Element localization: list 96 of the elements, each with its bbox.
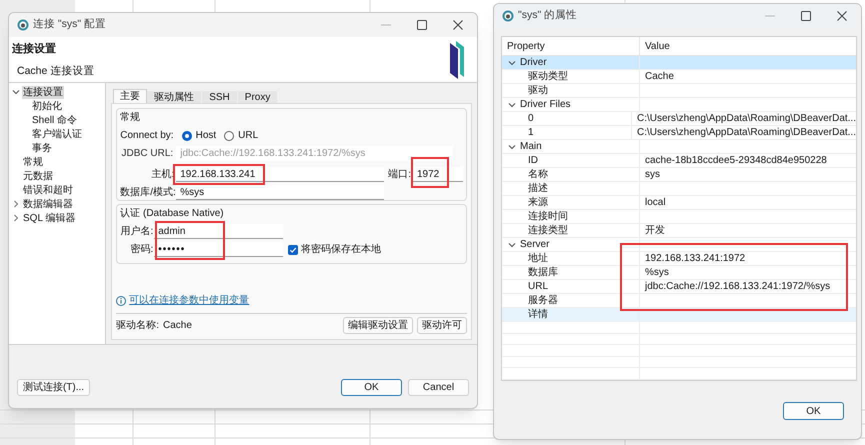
tree-item[interactable]: 错误和超时 [22,184,74,196]
chevron-right-icon[interactable] [12,200,20,208]
input-field[interactable]: admin [154,224,284,239]
link[interactable]: 可以在连接参数中使用变量 [129,293,250,308]
tab[interactable]: SSH [202,91,237,103]
field-label: Connect by: [120,129,174,143]
field-label: 数据库/模式: [120,186,174,200]
chevron-down-icon[interactable] [508,100,516,108]
window-title: "sys" 的属性 [518,8,578,24]
column-header: Property [502,37,640,55]
property-name: 详情 [528,309,548,320]
property-name: 名称 [528,169,548,180]
header-title: 连接设置 [12,42,56,57]
property-name: 0 [528,113,534,124]
property-name: 连接类型 [528,225,568,236]
property-name: 来源 [528,197,548,208]
chevron-down-icon[interactable] [12,88,20,96]
chevron-right-icon[interactable] [12,214,20,222]
app-icon [17,19,29,31]
field-label: 端口: [388,168,411,182]
group-title: 常规 [120,110,140,125]
property-value: jdbc:Cache://192.168.133.241:1972/%sys [645,281,830,292]
tree-item[interactable]: 初始化 [31,100,63,112]
chevron-down-icon[interactable] [508,58,516,66]
button[interactable]: 编辑驱动设置 [343,317,413,334]
property-value: C:\Users\zheng\AppData\Roaming\DBeaverDat... [637,113,856,124]
tree-item[interactable]: 事务 [31,142,53,154]
property-name: 驱动类型 [528,71,568,82]
radio-label: Host [196,129,216,143]
input-field[interactable]: 192.168.133.241 [176,167,384,182]
field-label: 驱动名称: [116,319,159,333]
property-name: 连接时间 [528,211,568,222]
field-label: 密码: [129,242,154,257]
header-subtitle: Cache 连接设置 [17,64,94,78]
cancel-button[interactable]: Cancel [408,379,469,396]
property-value: sys [645,169,660,180]
property-value: local [645,197,666,208]
radio-button[interactable] [182,130,192,140]
radio-label: URL [238,129,258,143]
property-name: 1 [528,127,534,138]
close-icon[interactable] [837,11,847,21]
ok-button[interactable]: OK [341,379,402,396]
checkbox-label: 将密码保存在本地 [301,242,382,257]
button[interactable]: 驱动许可 [417,317,467,334]
tab[interactable]: 驱动属性 [147,91,202,103]
app-icon [502,10,514,22]
tree-item[interactable]: 连接设置 [22,86,64,98]
field-label: JDBC URL: [120,147,174,161]
property-value: 开发 [645,225,665,236]
property-value: C:\Users\zheng\AppData\Roaming\DBeaverDat... [637,127,856,138]
tree-item[interactable]: 客户端认证 [31,128,83,140]
test-connection-button[interactable]: 测试连接(T)... [17,379,90,396]
window-title: 连接 "sys" 配置 [33,17,108,32]
field-label: 用户名: [120,224,154,239]
tree-item[interactable]: Shell 命令 [31,114,78,126]
tree-item[interactable]: 元数据 [22,170,54,182]
property-name: 描述 [528,183,548,194]
tree-item[interactable]: SQL 编辑器 [22,212,76,224]
property-name: URL [528,281,548,292]
property-name: 驱动 [528,85,548,96]
tab[interactable]: Proxy [238,91,278,103]
highlighted-row[interactable]: 详情 [502,308,856,322]
logo-icon [449,41,465,79]
group-name: Driver Files [520,98,571,112]
chevron-down-icon[interactable] [508,240,516,248]
checkbox[interactable] [288,244,298,254]
info-icon [116,296,126,306]
property-value: %sys [645,267,669,278]
maximize-icon[interactable] [417,20,427,30]
radio-button[interactable] [224,130,234,140]
field-value: Cache [163,319,193,333]
input-field[interactable]: 1972 [413,167,463,182]
group-name: Driver [520,56,547,70]
tab[interactable]: 主要 [113,89,148,103]
property-name: ID [528,155,538,166]
tree-item[interactable]: 数据编辑器 [22,198,74,210]
chevron-down-icon[interactable] [508,142,516,150]
maximize-icon[interactable] [801,11,811,21]
group-row[interactable]: Driver Files [502,98,856,112]
group-title: 认证 (Database Native) [120,207,224,221]
group-name: Main [520,140,542,154]
property-value: Cache [645,71,674,82]
property-name: 地址 [528,253,548,264]
group-row[interactable]: Main [502,140,856,154]
group-row[interactable]: Driver [502,56,856,70]
close-icon[interactable] [453,20,463,30]
ok-button[interactable]: OK [783,402,844,420]
tree-item[interactable]: 常规 [22,156,44,168]
password-field[interactable]: •••••• [154,242,284,257]
property-value: cache-18b18ccdee5-29348cd84e950228 [645,155,827,166]
column-header: Value [644,40,671,54]
group-name: Server [520,238,550,252]
property-name: 服务器 [528,295,558,306]
property-name: 数据库 [528,267,558,278]
input-field[interactable]: %sys [176,185,384,200]
property-value: 192.168.133.241:1972 [645,253,746,264]
